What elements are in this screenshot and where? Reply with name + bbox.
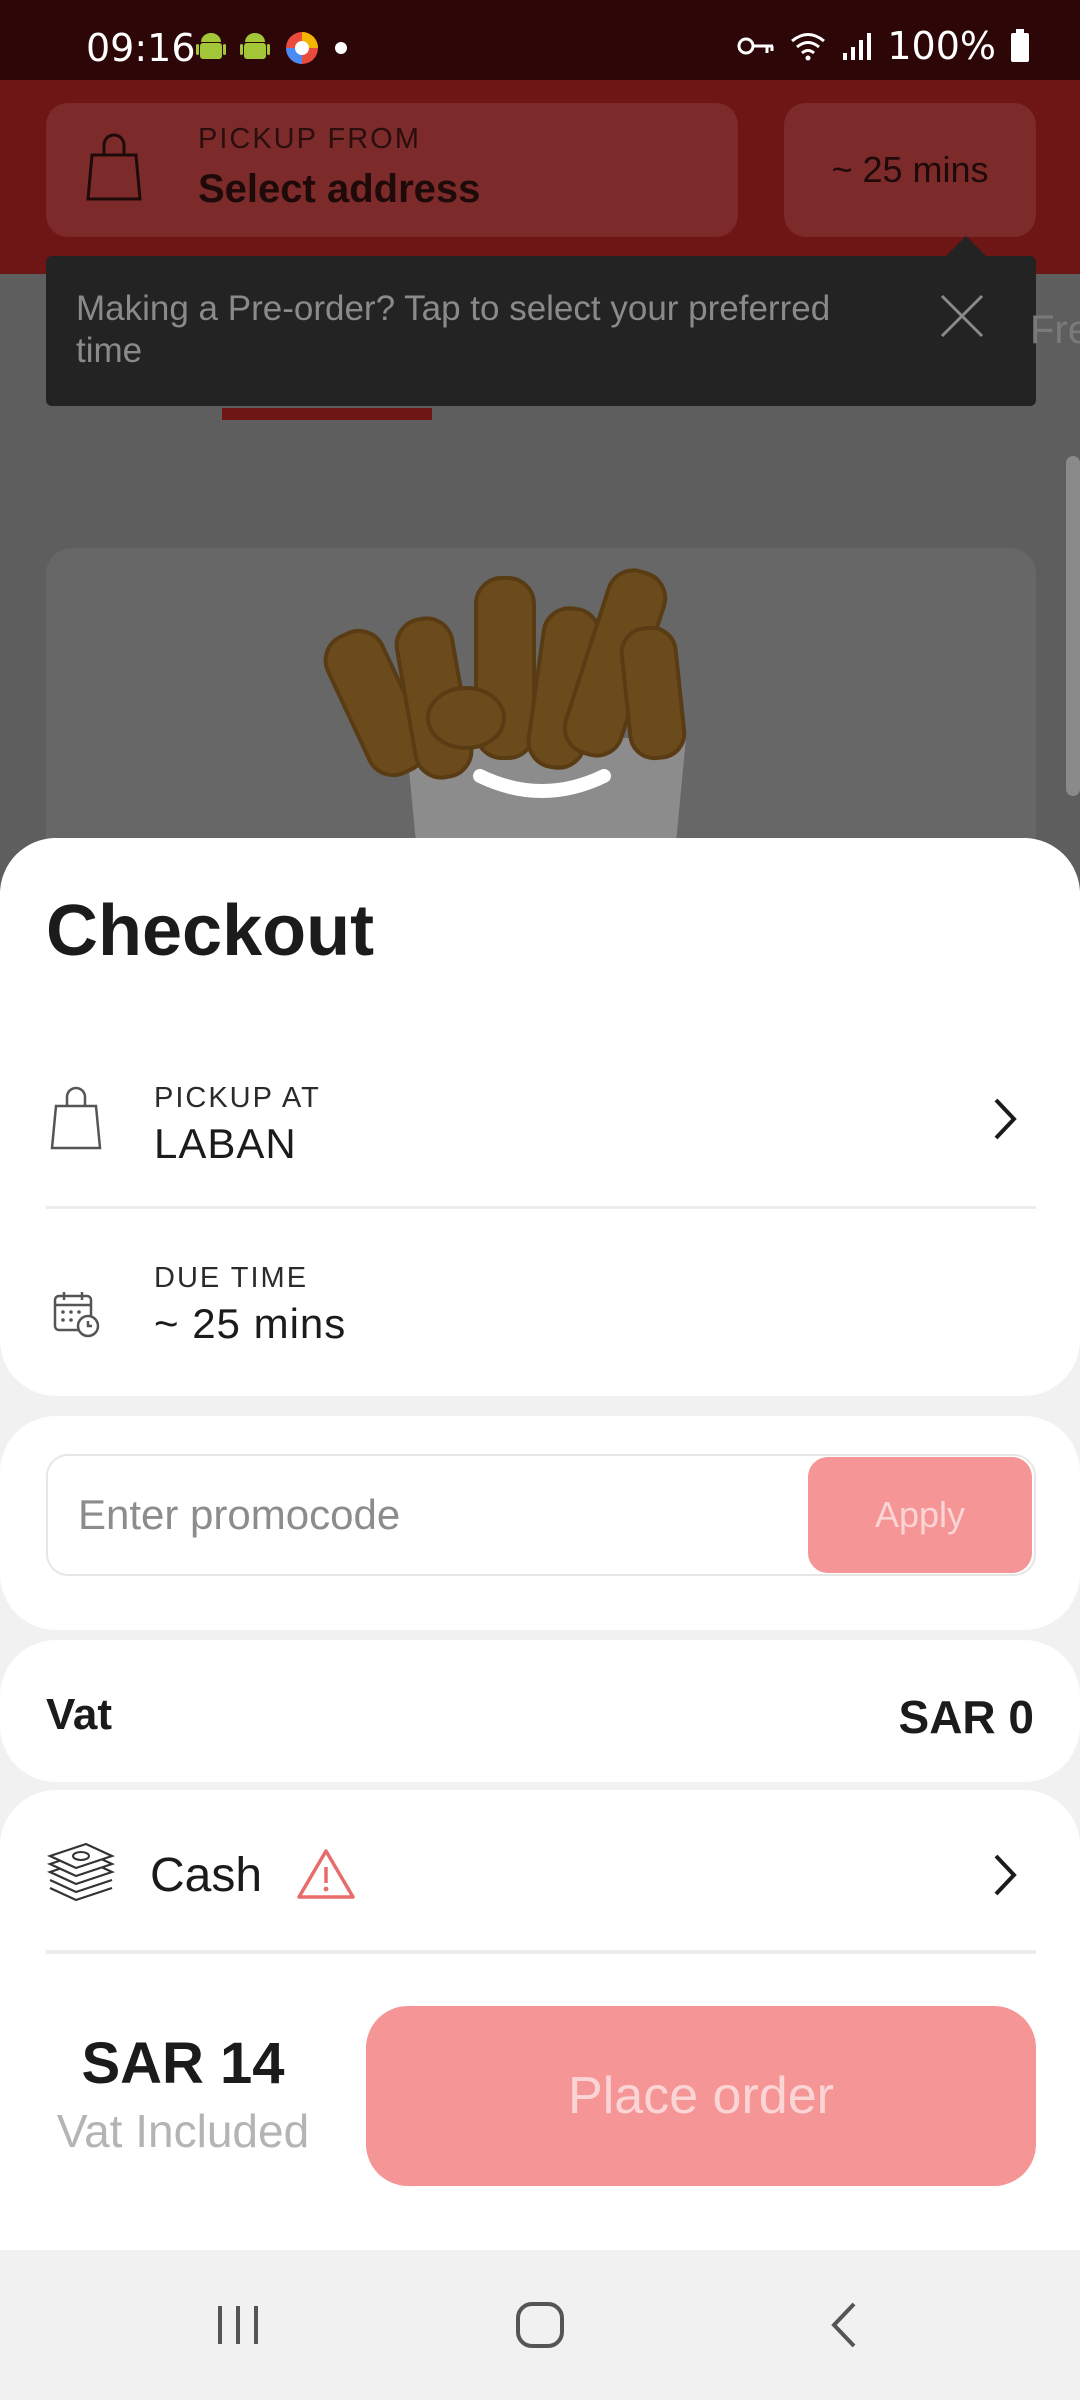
vat-card: Vat SAR 0 (0, 1640, 1080, 1782)
app-logo-icon (286, 32, 318, 64)
order-total-amount: SAR 14 (81, 2031, 285, 2096)
preorder-tooltip[interactable]: Making a Pre-order? Tap to select your p… (46, 256, 1036, 406)
status-time: 09:16 (86, 26, 196, 70)
chevron-right-icon (994, 1854, 1017, 1896)
vat-label: Vat (46, 1690, 113, 1739)
pickup-from-label: PICKUP FROM (198, 123, 421, 155)
tooltip-text: Making a Pre-order? Tap to select your p… (76, 289, 831, 370)
status-notification-icons (196, 30, 348, 66)
sheet-collapse-handle[interactable] (472, 766, 612, 806)
pickup-address-value: Select address (198, 167, 481, 211)
category-tab-partial[interactable]: Fre (1030, 308, 1080, 353)
battery-icon (1011, 29, 1029, 62)
pickup-at-label: PICKUP AT (154, 1082, 321, 1114)
battery-percent: 100% (887, 24, 996, 68)
status-system-icons: 100% (737, 24, 1030, 68)
due-time-value: ~ 25 mins (154, 1300, 347, 1347)
home-icon[interactable] (510, 2294, 570, 2354)
shopping-bag-icon (50, 1086, 102, 1150)
warning-icon (297, 1849, 355, 1899)
pickup-at-row[interactable]: PICKUP AT LABAN (0, 1048, 1080, 1198)
place-order-button[interactable]: Place order (366, 2006, 1036, 2186)
signal-icon (843, 33, 872, 60)
dot-icon (335, 42, 347, 54)
recent-apps-icon[interactable] (208, 2294, 268, 2354)
promocode-field: Apply (46, 1454, 1036, 1576)
tooltip-arrow (944, 236, 988, 258)
wifi-icon (791, 33, 826, 61)
system-nav-bar (0, 2250, 1080, 2400)
close-icon[interactable] (938, 292, 986, 340)
due-time-row: DUE TIME ~ 25 mins (0, 1216, 1080, 1386)
vat-value: SAR 0 (898, 1691, 1034, 1743)
scrollbar-thumb[interactable] (1066, 456, 1080, 796)
promocode-card: Apply (0, 1416, 1080, 1630)
back-icon[interactable] (814, 2294, 874, 2354)
divider (46, 1950, 1036, 1954)
cash-stack-icon (47, 1842, 115, 1902)
apply-promocode-button[interactable]: Apply (808, 1457, 1032, 1573)
shopping-bag-icon (86, 133, 142, 201)
vat-included-note: Vat Included (56, 2105, 310, 2157)
divider (46, 1206, 1036, 1209)
status-bar: 09:16 100% (0, 0, 1080, 80)
eta-time-selector[interactable]: ~ 25 mins (784, 103, 1036, 237)
payment-method-row[interactable]: Cash (0, 1790, 1080, 1950)
due-time-label: DUE TIME (154, 1262, 309, 1294)
chevron-right-icon (994, 1098, 1017, 1140)
android-icon (240, 33, 270, 59)
pickup-from-selector[interactable]: PICKUP FROM Select address (46, 103, 738, 237)
promocode-input[interactable] (48, 1456, 808, 1574)
active-tab-indicator (222, 408, 432, 420)
android-icon (196, 33, 226, 59)
key-icon (737, 37, 774, 55)
pickup-at-value: LABAN (154, 1120, 297, 1167)
payment-method-label: Cash (150, 1849, 263, 1902)
checkout-details-card: Checkout PICKUP AT LABAN DUE TIME ~ 25 m… (0, 838, 1080, 1396)
page-title: Checkout (46, 891, 375, 971)
calendar-clock-icon (53, 1292, 100, 1338)
